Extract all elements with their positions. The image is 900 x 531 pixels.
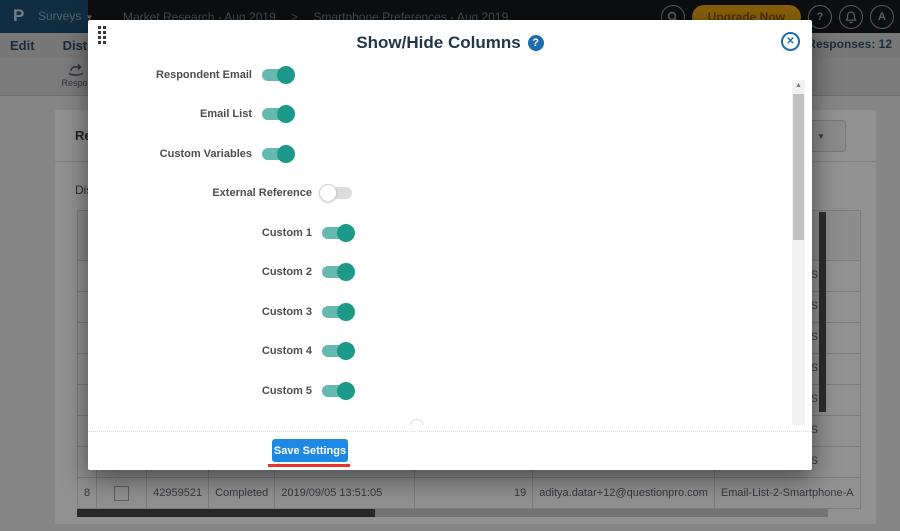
toggle-row: Custom Variables [88, 134, 812, 174]
toggle-row: Custom 3 [88, 292, 812, 332]
modal-footer: Save Settings [88, 431, 812, 470]
toggle-label: Custom 1 [261, 226, 312, 239]
toggle-switch-custom-4[interactable] [322, 342, 355, 361]
toggle-row: Email List [88, 95, 812, 135]
toggle-knob [337, 381, 355, 400]
show-hide-columns-modal: Show/Hide Columns? ✕ Respondent Email Ema… [88, 20, 812, 470]
toggle-knob [277, 65, 295, 84]
modal-title: Show/Hide Columns [356, 33, 521, 52]
toggle-label: Custom Variables [159, 147, 252, 160]
save-settings-button[interactable]: Save Settings [272, 439, 348, 462]
modal-help-icon[interactable]: ? [527, 35, 544, 51]
toggle-row: Respondent Email [88, 55, 812, 95]
close-icon[interactable]: ✕ [781, 32, 800, 51]
toggle-row: External Reference [88, 174, 812, 214]
toggle-knob [337, 263, 355, 282]
toggle-knob [337, 302, 355, 321]
modal-scrollbar-thumb[interactable] [793, 94, 804, 240]
annotation-underline [268, 464, 350, 467]
toggle-label: Email List [200, 108, 252, 121]
toggle-row: Custom 2 [88, 253, 812, 293]
modal-toggle-list: Respondent Email Email List Custom Variabl… [88, 55, 812, 425]
toggle-label: Custom 2 [261, 266, 312, 279]
toggle-row: Custom 4 [88, 332, 812, 372]
toggle-switch-respondent-email[interactable] [262, 65, 295, 84]
toggle-switch-custom-variables[interactable] [262, 144, 295, 163]
toggle-switch-external-reference[interactable] [319, 184, 352, 203]
toggle-switch-custom-3[interactable] [322, 302, 355, 321]
toggle-label: Respondent Email [156, 68, 252, 81]
scroll-up-icon[interactable]: ▲ [792, 82, 805, 89]
toggle-switch-email-list[interactable] [262, 105, 295, 124]
toggle-label: Custom 5 [261, 384, 312, 397]
toggle-row: Custom 5 [88, 371, 812, 411]
modal-scrollbar[interactable]: ▲ ▼ [792, 80, 805, 425]
toggle-row: Custom 1 [88, 213, 812, 253]
toggle-knob [277, 105, 295, 124]
toggle-label: External Reference [212, 187, 312, 200]
toggle-label: Custom 4 [261, 345, 312, 358]
modal-header: Show/Hide Columns? ✕ [88, 20, 812, 58]
toggle-label: Custom 3 [261, 305, 312, 318]
toggle-switch-custom-1[interactable] [322, 223, 355, 242]
partial-next-toggle [410, 419, 424, 425]
toggle-knob [319, 184, 337, 203]
toggle-knob [277, 144, 295, 163]
questionpro-app: P Surveys ▼ Market Research - Aug 2019 > … [0, 0, 900, 531]
toggle-knob [337, 342, 355, 361]
toggle-switch-custom-5[interactable] [322, 381, 355, 400]
toggle-knob [337, 223, 355, 242]
toggle-switch-custom-2[interactable] [322, 263, 355, 282]
